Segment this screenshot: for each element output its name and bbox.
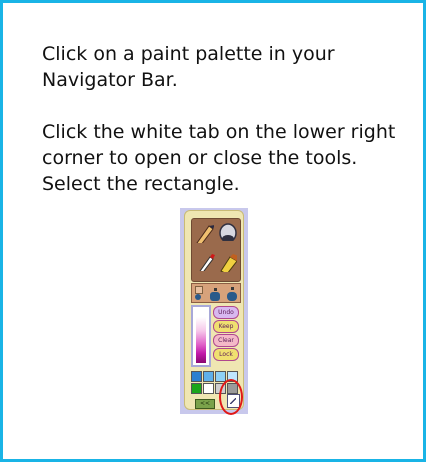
- octagon-icon[interactable]: [210, 292, 220, 301]
- keep-button[interactable]: Keep: [213, 320, 239, 333]
- color-gradient-slider[interactable]: [191, 305, 211, 367]
- instruction-paragraph-2: Click the white tab on the lower right c…: [42, 121, 396, 195]
- color-area: Undo Keep Clear Lock: [191, 305, 239, 369]
- shape-selector: [191, 283, 241, 303]
- triangle-icon[interactable]: [231, 287, 234, 290]
- square-icon[interactable]: [195, 286, 203, 294]
- glue-icon[interactable]: [217, 252, 237, 272]
- instruction-paragraph-1: Click on a paint palette in your Navigat…: [42, 43, 335, 91]
- hexagon-icon[interactable]: [227, 292, 237, 301]
- swatch-blue[interactable]: [191, 371, 202, 382]
- undo-button[interactable]: Undo: [213, 306, 239, 319]
- swatch-white[interactable]: [203, 383, 214, 394]
- lock-button[interactable]: Lock: [213, 348, 239, 361]
- marker-icon[interactable]: [195, 251, 215, 271]
- collapse-arrows-button[interactable]: <<: [195, 399, 215, 409]
- paint-bucket-icon[interactable]: [217, 221, 237, 241]
- clear-button[interactable]: Clear: [213, 334, 239, 347]
- circle-icon[interactable]: [195, 294, 201, 300]
- highlight-circle: [219, 379, 243, 415]
- drawing-tools-panel: [191, 218, 241, 282]
- swatch-light-blue[interactable]: [203, 371, 214, 382]
- swatch-green[interactable]: [191, 383, 202, 394]
- crayon-icon[interactable]: [194, 223, 214, 243]
- instruction-text: Click on a paint palette in your Navigat…: [42, 41, 402, 223]
- small-dot-icon[interactable]: [214, 288, 217, 291]
- gradient-fill: [196, 317, 206, 363]
